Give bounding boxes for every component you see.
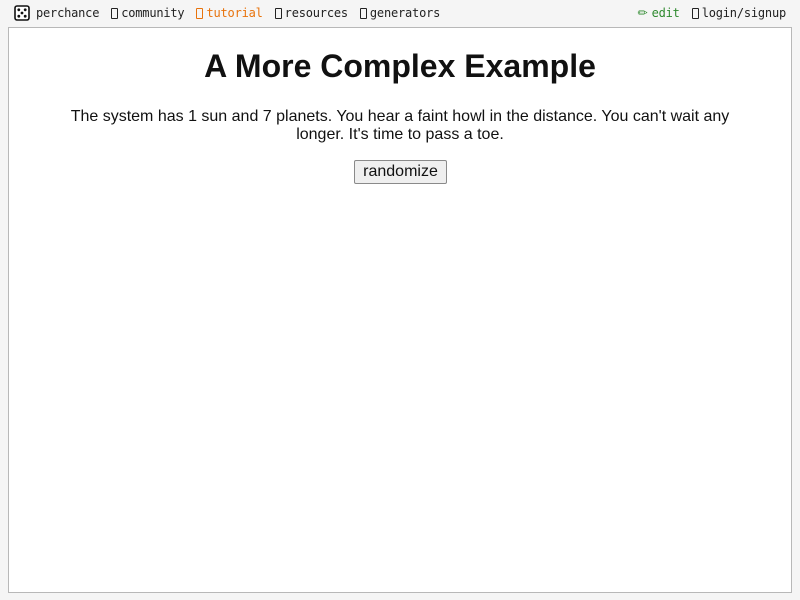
nav-right: ✏ edit login/signup	[626, 3, 787, 23]
pencil-icon: ✏	[637, 6, 648, 20]
resources-icon	[274, 7, 282, 19]
tutorial-icon	[196, 7, 204, 19]
edit-label: edit	[651, 6, 680, 20]
nav-item-tutorial[interactable]: tutorial	[196, 3, 263, 23]
generators-icon	[359, 7, 367, 19]
nav-item-community[interactable]: community	[111, 3, 185, 23]
edit-link[interactable]: ✏ edit	[638, 3, 680, 23]
generator-output-panel: A More Complex Example The system has 1 …	[8, 27, 792, 593]
nav-item-generators[interactable]: generators	[359, 3, 441, 23]
nav-item-resources[interactable]: resources	[274, 3, 348, 23]
nav-item-label: tutorial	[206, 6, 263, 20]
generated-output-text: The system has 1 sun and 7 planets. You …	[70, 108, 730, 143]
nav-item-label: generators	[369, 6, 441, 20]
nav-item-label: resources	[284, 6, 348, 20]
nav-item-label: community	[121, 6, 185, 20]
user-icon	[691, 7, 699, 19]
community-icon	[111, 7, 119, 19]
top-navigation-bar: perchance community tutorial resources g…	[0, 0, 800, 27]
randomize-button[interactable]: randomize	[354, 160, 447, 184]
nav-home-link[interactable]: perchance	[14, 3, 99, 23]
page-title: A More Complex Example	[204, 48, 596, 84]
login-signup-label: login/signup	[701, 6, 786, 20]
nav-left: perchance community tutorial resources g…	[14, 3, 452, 23]
dice-icon	[14, 5, 30, 21]
nav-brand-label: perchance	[36, 6, 100, 20]
login-signup-link[interactable]: login/signup	[691, 3, 786, 23]
